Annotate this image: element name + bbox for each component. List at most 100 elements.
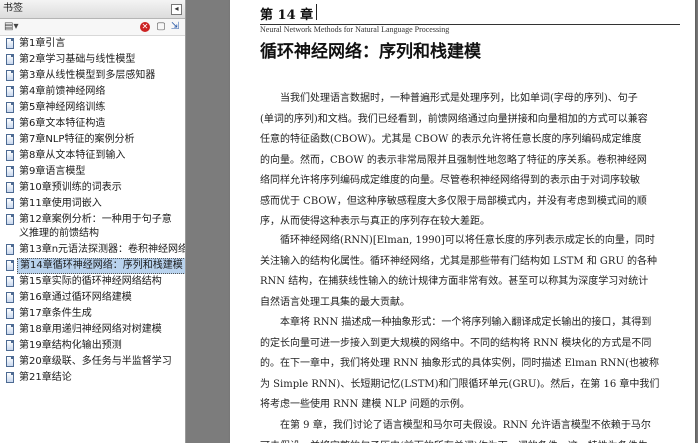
bookmark-label: 第19章结构化输出预测 [19,340,122,351]
bookmark-page-icon [6,340,14,351]
bookmark-page-icon [6,134,14,145]
bookmark-label: 第10章预训练的词表示 [19,182,122,193]
bookmark-page-icon [6,182,14,193]
bookmark-page-icon [6,198,14,209]
bookmark-label: 第11章使用词嵌入 [19,198,102,209]
text-line: 感而优于 CBOW，但这种序敏感程度大多仅限于局部模式内，并没有考虑到模式间的顺 [260,195,647,207]
text-line: 任意的特征函数(CBOW)。尤其是 CBOW 的表示允许将任意长度的序列编码成定… [260,134,642,145]
bookmark-item[interactable]: 第20章级联、多任务与半监督学习 [6,354,182,370]
bookmark-page-icon [6,276,14,287]
text-line: 的。在下一章中，我们将处理 RNN 抽象形式的具体实例，同时描述 Elman R… [260,358,660,369]
bookmark-label: 第3章从线性模型到多层感知器 [19,70,156,81]
bookmark-page-icon [6,118,14,129]
document-page: 第 14 章 Neural Network Methods for Natura… [230,0,695,443]
bookmark-item[interactable]: 第9章语言模型 [6,164,182,180]
running-head-subtitle: Neural Network Methods for Natural Langu… [260,25,450,34]
bookmark-item[interactable]: 第19章结构化输出预测 [6,338,182,354]
bookmark-item[interactable]: 第4章前馈神经网络 [6,84,182,100]
bookmark-page-icon [6,214,14,225]
running-head-chapter: 第 14 章 [260,8,314,23]
bookmark-item[interactable]: 第13章n元语法探测器：卷积神经网络 [6,242,185,258]
bookmark-item[interactable]: 第1章引言 [6,36,182,52]
bookmark-item[interactable]: 第11章使用词嵌入 [6,196,182,212]
document-viewport[interactable]: 第 14 章 Neural Network Methods for Natura… [186,0,698,443]
bookmark-item[interactable]: 第16章通过循环网络建模 [6,290,182,306]
text-line: 循环神经网络(RNN)[Elman, 1990]可以将任意长度的序列表示成定长的… [280,235,655,246]
bookmark-label: 第14章循环神经网络：序列和栈建模 [17,258,185,274]
bookmark-item[interactable]: 第7章NLP特征的案例分析 [6,132,182,148]
text-line: 关注输入的结构化属性。循环神经网络，尤其是那些带有门结构如 LSTM 和 GRU… [260,255,658,267]
bookmark-label: 第17章条件生成 [19,308,92,319]
delete-bookmark-icon[interactable]: ✕ [140,22,150,32]
bookmark-item[interactable]: 第15章实际的循环神经网络结构 [6,274,182,290]
bookmark-label: 第9章语言模型 [19,166,86,177]
bookmark-item[interactable]: 第21章结论 [6,370,182,386]
bookmarks-panel: 书签 ◂ ▤▾ ✕ ▢ ⇲ 第1章引言第2章学习基础与线性模型第3章从线性模型到… [0,0,186,443]
bookmark-label: 第12章案例分析：一种用于句子意义推理的前馈结构 [19,214,172,239]
bookmark-page-icon [6,150,14,161]
text-line: 的定长向量可进一步接入到更大规模的网络中。不同的结构将 RNN 模块化的方式是不… [260,337,652,349]
bookmark-page-icon [6,244,14,255]
bookmark-label: 第8章从文本特征到输入 [19,150,126,161]
text-line: (单词的序列)和文档。我们已经看到，前馈网络通过向量拼接和向量相加的方式可以兼容 [260,113,648,125]
bookmark-item[interactable]: 第5章神经网络训练 [6,100,182,116]
bookmark-label: 第4章前馈神经网络 [19,86,106,97]
bookmark-page-icon [6,70,14,81]
bookmark-label: 第6章文本特征构造 [19,118,106,129]
text-line: 的向量。然而，CBOW 的表示非常局限并且强制性地忽略了特征的序关系。卷积神经网 [260,154,647,166]
bookmark-page-icon [6,356,14,367]
bookmark-item[interactable]: 第3章从线性模型到多层感知器 [6,68,182,84]
bookmark-page-icon [6,260,14,271]
bookmark-page-icon [6,102,14,113]
bookmark-label: 第15章实际的循环神经网络结构 [19,276,162,287]
bookmark-item[interactable]: 第6章文本特征构造 [6,116,182,132]
text-line: 在第 9 章，我们讨论了语言模型和马尔可夫假设。RNN 允许语言模型不依赖于马尔 [280,420,651,431]
text-line: 自然语言处理工具集的最大贡献。 [260,296,410,308]
bookmark-label: 第18章用递归神经网络对树建模 [19,324,162,335]
new-bookmark-icon[interactable]: ▢ [155,21,167,33]
bookmark-page-icon [6,292,14,303]
bookmark-item[interactable]: 第17章条件生成 [6,306,182,322]
bookmarks-toolbar: ▤▾ ✕ ▢ ⇲ [0,19,185,36]
bookmark-item[interactable]: 第10章预训练的词表示 [6,180,182,196]
paragraph: 在第 9 章，我们讨论了语言模型和马尔可夫假设。RNN 允许语言模型不依赖于马尔… [260,416,695,443]
bookmark-item[interactable]: 第12章案例分析：一种用于句子意义推理的前馈结构 [6,212,182,242]
text-line: 络同样允许将序列编码成定维度的向量。尽管卷积神经网络得到的表示由于对词序较敏 [260,175,640,186]
bookmark-page-icon [6,86,14,97]
text-line: 当我们处理语言数据时，一种普遍形式是处理序列，比如单词(字母的序列)、句子 [280,93,638,104]
text-line: 序，从而使得这种表示与真正的序列存在较大差距。 [260,216,490,227]
bookmark-label: 第2章学习基础与线性模型 [19,54,136,65]
paragraph: 循环神经网络(RNN)[Elman, 1990]可以将任意长度的序列表示成定长的… [260,231,695,313]
text-line: 为 Simple RNN)、长短期记忆(LSTM)和门限循环单元(GRU)。然后… [260,378,660,390]
running-head-separator [316,4,317,20]
chapter-title: 循环神经网络：序列和栈建模 [260,42,481,62]
bookmark-page-icon [6,308,14,319]
bookmark-page-icon [6,166,14,177]
expand-bookmark-icon[interactable]: ⇲ [169,21,181,33]
paragraph: 本章将 RNN 描述成一种抽象形式：一个将序列输入翻译成定长输出的接口，其得到的… [260,313,695,416]
text-line: RNN 结构，在捕获线性输入的统计规律方面非常有效。甚至可以称其为深度学习对统计 [260,276,649,287]
text-line: 可夫假设，并将完整的句子历史(前面的所有单词)作为下一词的条件。这一特性为条件生 [260,437,695,443]
bookmarks-title: 书签 [3,3,23,14]
paragraph: 当我们处理语言数据时，一种普遍形式是处理序列，比如单词(字母的序列)、句子 (单词… [260,89,695,233]
bookmark-page-icon [6,324,14,335]
bookmarks-header: 书签 ◂ [0,0,185,19]
bookmark-item[interactable]: 第14章循环神经网络：序列和栈建模 [6,258,185,274]
text-line: 将考虑一些使用 RNN 建模 NLP 问题的示例。 [260,399,470,410]
bookmark-page-icon [6,54,14,65]
bookmark-label: 第13章n元语法探测器：卷积神经网络 [19,244,186,255]
options-menu-icon[interactable]: ▤▾ [4,21,18,33]
bookmark-label: 第7章NLP特征的案例分析 [19,134,135,145]
bookmark-label: 第5章神经网络训练 [19,102,106,113]
bookmark-label: 第16章通过循环网络建模 [19,292,132,303]
bookmark-label: 第21章结论 [19,372,72,383]
bookmark-item[interactable]: 第18章用递归神经网络对树建模 [6,322,182,338]
bookmark-page-icon [6,38,14,49]
text-line: 本章将 RNN 描述成一种抽象形式：一个将序列输入翻译成定长输出的接口，其得到 [280,317,652,328]
bookmark-item[interactable]: 第2章学习基础与线性模型 [6,52,182,68]
collapse-panel-icon[interactable]: ◂ [171,4,182,15]
bookmark-item[interactable]: 第8章从文本特征到输入 [6,148,182,164]
bookmark-label: 第1章引言 [19,38,66,49]
bookmark-label: 第20章级联、多任务与半监督学习 [19,356,172,367]
bookmark-page-icon [6,372,14,383]
